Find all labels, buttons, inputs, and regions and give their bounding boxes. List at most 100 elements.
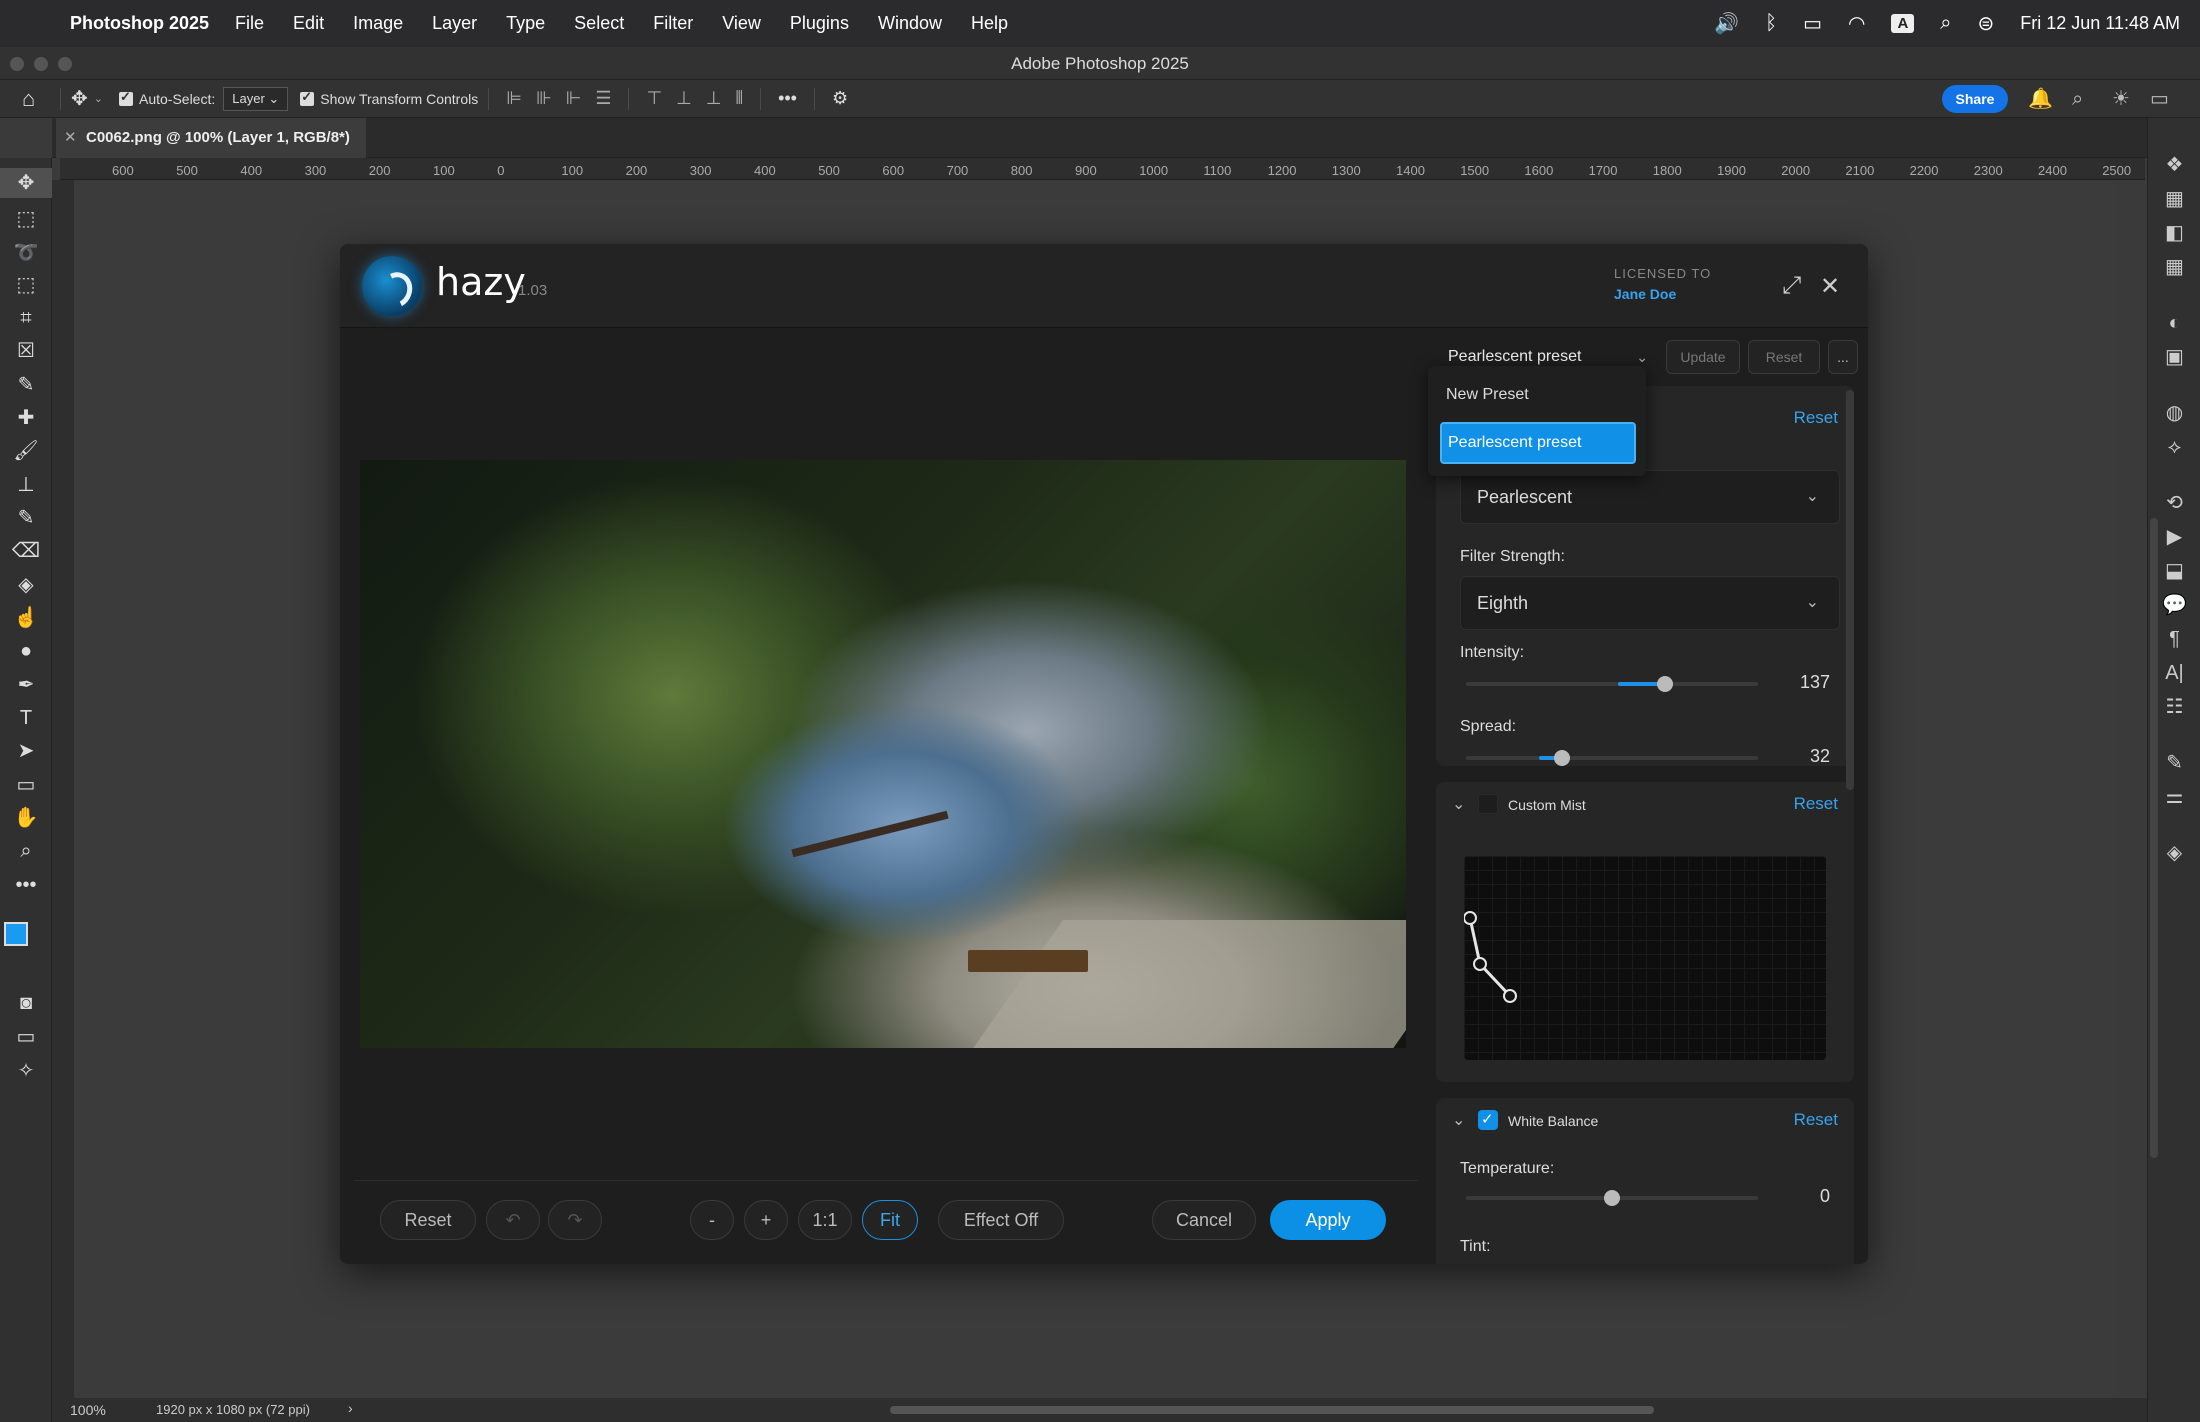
align-center-icon[interactable]: ⊪	[536, 88, 552, 109]
edit-toolbar-icon[interactable]: •••	[0, 870, 52, 900]
spread-slider-handle[interactable]	[1554, 750, 1571, 766]
effect-off-button[interactable]: Effect Off	[938, 1200, 1064, 1240]
redo-button[interactable]: ↷	[548, 1200, 602, 1240]
bluetooth-icon[interactable]: ᛒ	[1765, 12, 1777, 35]
menu-view[interactable]: View	[722, 13, 761, 34]
zoom-level[interactable]: 100%	[70, 1402, 106, 1418]
move-tool-icon[interactable]: ✥	[71, 86, 88, 111]
hand-tool-icon[interactable]: ✋	[0, 803, 52, 833]
preset-more-button[interactable]: ...	[1828, 340, 1858, 374]
menu-image[interactable]: Image	[353, 13, 403, 34]
tool-preset-chevron-icon[interactable]: ⌄	[94, 92, 103, 105]
discover-icon[interactable]: ☀	[2112, 80, 2130, 118]
control-center-icon[interactable]: ⊜	[1977, 11, 1994, 36]
app-menu[interactable]: Photoshop 2025	[70, 13, 209, 34]
apply-button[interactable]: Apply	[1270, 1200, 1386, 1240]
custom-mist-checkbox[interactable]	[1478, 794, 1498, 814]
cancel-button[interactable]: Cancel	[1152, 1200, 1256, 1240]
paths-icon[interactable]: ⟡	[2148, 432, 2200, 462]
type-tool-icon[interactable]: T	[0, 703, 52, 733]
zoom-window-button[interactable]	[58, 57, 72, 71]
settings-scrollbar[interactable]	[1846, 390, 1854, 790]
menu-file[interactable]: File	[235, 13, 264, 34]
3d-icon[interactable]: ❖	[2148, 150, 2200, 180]
close-tab-icon[interactable]: ✕	[64, 118, 77, 158]
input-source-icon[interactable]: A	[1891, 14, 1915, 33]
intensity-slider-handle[interactable]	[1656, 676, 1673, 692]
stamp-tool-icon[interactable]: ⊥	[0, 470, 52, 500]
battery-icon[interactable]: ▭	[1803, 11, 1822, 36]
white-balance-reset-link[interactable]: Reset	[1794, 1110, 1838, 1130]
eyedropper-tool-icon[interactable]: ✎	[0, 370, 52, 400]
brush-tool-icon[interactable]: 🖌	[0, 436, 52, 466]
menu-help[interactable]: Help	[971, 13, 1008, 34]
more-options-icon[interactable]: •••	[778, 88, 797, 109]
custom-mist-reset-link[interactable]: Reset	[1794, 794, 1838, 814]
generative-icon[interactable]: ✧	[0, 1056, 52, 1086]
temperature-slider-handle[interactable]	[1604, 1190, 1620, 1206]
filter-strength-dropdown[interactable]: Eighth ⌄	[1460, 576, 1840, 630]
temperature-slider[interactable]	[1466, 1190, 1758, 1206]
path-selection-tool-icon[interactable]: ➤	[0, 736, 52, 766]
adjustments-icon[interactable]: ◐	[2148, 308, 2200, 338]
menu-select[interactable]: Select	[574, 13, 624, 34]
menu-layer[interactable]: Layer	[432, 13, 477, 34]
menu-edit[interactable]: Edit	[293, 13, 324, 34]
distribute-vertical-icon[interactable]: ⫴	[736, 88, 744, 109]
quick-mask-icon[interactable]: ◙	[0, 988, 52, 1018]
healing-brush-tool-icon[interactable]: ✚	[0, 403, 52, 433]
distribute-icon[interactable]: ☰	[595, 88, 611, 109]
color-icon[interactable]: ◍	[2148, 398, 2200, 428]
share-button[interactable]: Share	[1942, 85, 2008, 113]
crop-tool-icon[interactable]: ⌗	[0, 303, 52, 333]
object-selection-tool-icon[interactable]: ⬚	[0, 270, 52, 300]
notifications-icon[interactable]: 🔔	[2028, 80, 2053, 118]
marquee-tool-icon[interactable]: ⬚	[0, 204, 52, 234]
spotlight-search-icon[interactable]: ⌕	[1940, 12, 1951, 35]
history-brush-tool-icon[interactable]: ✎	[0, 503, 52, 533]
swatches-icon[interactable]: ▦	[2148, 184, 2200, 214]
close-icon[interactable]: ✕	[1820, 272, 1840, 301]
search-icon[interactable]: ⌕	[2072, 80, 2083, 118]
workspace-icon[interactable]: ▭	[2150, 80, 2169, 118]
pen-tool-icon[interactable]: ✒	[0, 670, 52, 700]
expand-icon[interactable]: ⤢	[1782, 272, 1801, 300]
auto-select-dropdown[interactable]: Layer ⌄	[223, 86, 289, 111]
custom-mist-collapse-icon[interactable]: ⌄	[1452, 794, 1465, 814]
close-window-button[interactable]	[10, 57, 24, 71]
align-right-icon[interactable]: ⊩	[566, 88, 582, 109]
align-left-icon[interactable]: ⊫	[506, 88, 522, 109]
menu-window[interactable]: Window	[878, 13, 942, 34]
status-menu-chevron-icon[interactable]: ›	[348, 1400, 353, 1416]
mist-type-dropdown[interactable]: Pearlescent ⌄	[1460, 470, 1840, 524]
fit-button[interactable]: Fit	[862, 1200, 918, 1240]
minimize-window-button[interactable]	[34, 57, 48, 71]
lasso-tool-icon[interactable]: ➰	[0, 238, 52, 268]
menu-plugins[interactable]: Plugins	[790, 13, 849, 34]
libraries-icon[interactable]: ▣	[2148, 342, 2200, 372]
patterns-icon[interactable]: ▦	[2148, 252, 2200, 282]
menu-filter[interactable]: Filter	[653, 13, 693, 34]
transform-controls-checkbox[interactable]	[300, 89, 315, 106]
curve-point[interactable]	[1473, 957, 1487, 971]
rectangle-tool-icon[interactable]: ▭	[0, 770, 52, 800]
horizontal-scrollbar[interactable]	[890, 1406, 1654, 1414]
image-preview[interactable]	[360, 460, 1406, 1048]
gear-icon[interactable]: ⚙	[832, 88, 848, 109]
align-top-icon[interactable]: ⊤	[646, 88, 662, 109]
document-tab[interactable]: ✕ C0062.png @ 100% (Layer 1, RGB/8*)	[56, 118, 366, 158]
curve-point[interactable]	[1503, 989, 1517, 1003]
undo-button[interactable]: ↶	[486, 1200, 540, 1240]
white-balance-checkbox[interactable]: ✓	[1478, 1110, 1498, 1130]
align-bottom-icon[interactable]: ⊥	[706, 88, 722, 109]
eraser-tool-icon[interactable]: ⌫	[0, 536, 52, 566]
dodge-tool-icon[interactable]: ●	[0, 636, 52, 666]
zoom-out-button[interactable]: -	[690, 1200, 734, 1240]
update-preset-button[interactable]: Update	[1666, 340, 1740, 374]
home-icon[interactable]: ⌂	[22, 86, 50, 112]
custom-mist-curve-editor[interactable]	[1464, 856, 1826, 1060]
auto-select-checkbox[interactable]	[118, 89, 133, 106]
white-balance-collapse-icon[interactable]: ⌄	[1452, 1110, 1465, 1130]
mist-curve[interactable]	[1464, 856, 1826, 1060]
screen-mode-icon[interactable]: ▭	[0, 1022, 52, 1052]
